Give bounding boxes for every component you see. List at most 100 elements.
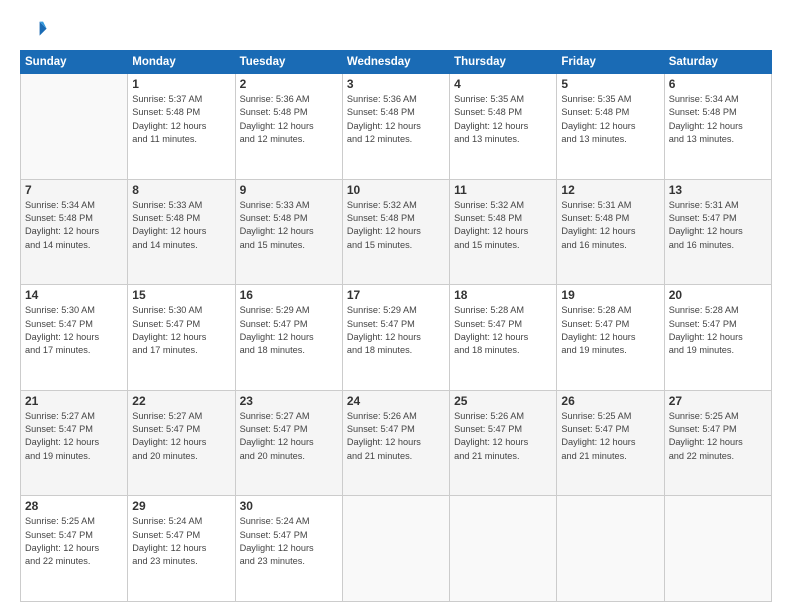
day-number: 1 bbox=[132, 77, 230, 91]
calendar-week-row: 14 Sunrise: 5:30 AMSunset: 5:47 PMDayligh… bbox=[21, 285, 772, 391]
calendar-cell: 1 Sunrise: 5:37 AMSunset: 5:48 PMDaylight… bbox=[128, 74, 235, 180]
calendar-cell: 7 Sunrise: 5:34 AMSunset: 5:48 PMDaylight… bbox=[21, 179, 128, 285]
day-number: 17 bbox=[347, 288, 445, 302]
day-number: 5 bbox=[561, 77, 659, 91]
day-info: Sunrise: 5:37 AMSunset: 5:48 PMDaylight:… bbox=[132, 93, 230, 146]
calendar-cell bbox=[557, 496, 664, 602]
calendar-cell: 19Sunrise: 5:28 AMSunset: 5:47 PMDayligh… bbox=[557, 285, 664, 391]
weekday-row: SundayMondayTuesdayWednesdayThursdayFrid… bbox=[21, 51, 772, 74]
calendar-cell bbox=[664, 496, 771, 602]
day-info: Sunrise: 5:36 AMSunset: 5:48 PMDaylight:… bbox=[347, 93, 445, 146]
calendar-cell: 3 Sunrise: 5:36 AMSunset: 5:48 PMDaylight… bbox=[342, 74, 449, 180]
day-number: 30 bbox=[240, 499, 338, 513]
calendar-week-row: 28 Sunrise: 5:25 AMSunset: 5:47 PMDayligh… bbox=[21, 496, 772, 602]
calendar-cell: 30 Sunrise: 5:24 AMSunset: 5:47 PMDayligh… bbox=[235, 496, 342, 602]
day-number: 23 bbox=[240, 394, 338, 408]
day-info: Sunrise: 5:26 AMSunset: 5:47 PMDaylight:… bbox=[347, 410, 445, 463]
day-info: Sunrise: 5:26 AMSunset: 5:47 PMDaylight:… bbox=[454, 410, 552, 463]
day-number: 28 bbox=[25, 499, 123, 513]
logo-icon bbox=[20, 16, 48, 44]
calendar-cell: 5 Sunrise: 5:35 AMSunset: 5:48 PMDaylight… bbox=[557, 74, 664, 180]
day-info: Sunrise: 5:35 AMSunset: 5:48 PMDaylight:… bbox=[561, 93, 659, 146]
day-number: 25 bbox=[454, 394, 552, 408]
day-number: 8 bbox=[132, 183, 230, 197]
day-number: 9 bbox=[240, 183, 338, 197]
day-info: Sunrise: 5:27 AMSunset: 5:47 PMDaylight:… bbox=[25, 410, 123, 463]
day-info: Sunrise: 5:31 AMSunset: 5:48 PMDaylight:… bbox=[561, 199, 659, 252]
calendar-cell: 21Sunrise: 5:27 AMSunset: 5:47 PMDayligh… bbox=[21, 390, 128, 496]
calendar-cell: 26 Sunrise: 5:25 AMSunset: 5:47 PMDayligh… bbox=[557, 390, 664, 496]
calendar-cell: 4 Sunrise: 5:35 AMSunset: 5:48 PMDaylight… bbox=[450, 74, 557, 180]
logo bbox=[20, 16, 50, 44]
calendar-cell: 17 Sunrise: 5:29 AMSunset: 5:47 PMDayligh… bbox=[342, 285, 449, 391]
calendar-table: SundayMondayTuesdayWednesdayThursdayFrid… bbox=[20, 50, 772, 602]
calendar-cell: 28 Sunrise: 5:25 AMSunset: 5:47 PMDayligh… bbox=[21, 496, 128, 602]
day-info: Sunrise: 5:33 AMSunset: 5:48 PMDaylight:… bbox=[240, 199, 338, 252]
weekday-header: Thursday bbox=[450, 51, 557, 74]
day-number: 13 bbox=[669, 183, 767, 197]
calendar-cell: 24 Sunrise: 5:26 AMSunset: 5:47 PMDayligh… bbox=[342, 390, 449, 496]
day-number: 6 bbox=[669, 77, 767, 91]
calendar-cell: 14 Sunrise: 5:30 AMSunset: 5:47 PMDayligh… bbox=[21, 285, 128, 391]
day-number: 12 bbox=[561, 183, 659, 197]
calendar-cell bbox=[342, 496, 449, 602]
calendar-cell: 27Sunrise: 5:25 AMSunset: 5:47 PMDayligh… bbox=[664, 390, 771, 496]
day-number: 26 bbox=[561, 394, 659, 408]
day-info: Sunrise: 5:35 AMSunset: 5:48 PMDaylight:… bbox=[454, 93, 552, 146]
day-info: Sunrise: 5:31 AMSunset: 5:47 PMDaylight:… bbox=[669, 199, 767, 252]
day-number: 14 bbox=[25, 288, 123, 302]
calendar-cell: 11Sunrise: 5:32 AMSunset: 5:48 PMDayligh… bbox=[450, 179, 557, 285]
calendar-cell: 8 Sunrise: 5:33 AMSunset: 5:48 PMDaylight… bbox=[128, 179, 235, 285]
page: SundayMondayTuesdayWednesdayThursdayFrid… bbox=[0, 0, 792, 612]
day-info: Sunrise: 5:24 AMSunset: 5:47 PMDaylight:… bbox=[132, 515, 230, 568]
calendar-week-row: 7 Sunrise: 5:34 AMSunset: 5:48 PMDaylight… bbox=[21, 179, 772, 285]
calendar-cell: 6Sunrise: 5:34 AMSunset: 5:48 PMDaylight… bbox=[664, 74, 771, 180]
day-info: Sunrise: 5:25 AMSunset: 5:47 PMDaylight:… bbox=[561, 410, 659, 463]
day-info: Sunrise: 5:29 AMSunset: 5:47 PMDaylight:… bbox=[240, 304, 338, 357]
calendar-cell: 22 Sunrise: 5:27 AMSunset: 5:47 PMDayligh… bbox=[128, 390, 235, 496]
day-info: Sunrise: 5:24 AMSunset: 5:47 PMDaylight:… bbox=[240, 515, 338, 568]
day-info: Sunrise: 5:33 AMSunset: 5:48 PMDaylight:… bbox=[132, 199, 230, 252]
calendar-cell: 10 Sunrise: 5:32 AMSunset: 5:48 PMDayligh… bbox=[342, 179, 449, 285]
calendar-cell bbox=[450, 496, 557, 602]
day-info: Sunrise: 5:32 AMSunset: 5:48 PMDaylight:… bbox=[347, 199, 445, 252]
day-number: 29 bbox=[132, 499, 230, 513]
day-number: 3 bbox=[347, 77, 445, 91]
calendar-cell bbox=[21, 74, 128, 180]
weekday-header: Monday bbox=[128, 51, 235, 74]
day-info: Sunrise: 5:25 AMSunset: 5:47 PMDaylight:… bbox=[669, 410, 767, 463]
day-number: 2 bbox=[240, 77, 338, 91]
day-number: 24 bbox=[347, 394, 445, 408]
day-info: Sunrise: 5:29 AMSunset: 5:47 PMDaylight:… bbox=[347, 304, 445, 357]
calendar-week-row: 21Sunrise: 5:27 AMSunset: 5:47 PMDayligh… bbox=[21, 390, 772, 496]
day-info: Sunrise: 5:28 AMSunset: 5:47 PMDaylight:… bbox=[454, 304, 552, 357]
day-info: Sunrise: 5:36 AMSunset: 5:48 PMDaylight:… bbox=[240, 93, 338, 146]
day-info: Sunrise: 5:30 AMSunset: 5:47 PMDaylight:… bbox=[25, 304, 123, 357]
calendar-cell: 18Sunrise: 5:28 AMSunset: 5:47 PMDayligh… bbox=[450, 285, 557, 391]
weekday-header: Saturday bbox=[664, 51, 771, 74]
day-number: 15 bbox=[132, 288, 230, 302]
calendar-cell: 12 Sunrise: 5:31 AMSunset: 5:48 PMDayligh… bbox=[557, 179, 664, 285]
day-info: Sunrise: 5:27 AMSunset: 5:47 PMDaylight:… bbox=[240, 410, 338, 463]
day-info: Sunrise: 5:30 AMSunset: 5:47 PMDaylight:… bbox=[132, 304, 230, 357]
weekday-header: Sunday bbox=[21, 51, 128, 74]
day-number: 20 bbox=[669, 288, 767, 302]
day-info: Sunrise: 5:25 AMSunset: 5:47 PMDaylight:… bbox=[25, 515, 123, 568]
calendar-cell: 2 Sunrise: 5:36 AMSunset: 5:48 PMDaylight… bbox=[235, 74, 342, 180]
day-number: 22 bbox=[132, 394, 230, 408]
day-number: 7 bbox=[25, 183, 123, 197]
calendar-cell: 9 Sunrise: 5:33 AMSunset: 5:48 PMDaylight… bbox=[235, 179, 342, 285]
day-info: Sunrise: 5:27 AMSunset: 5:47 PMDaylight:… bbox=[132, 410, 230, 463]
weekday-header: Tuesday bbox=[235, 51, 342, 74]
calendar-cell: 25 Sunrise: 5:26 AMSunset: 5:47 PMDayligh… bbox=[450, 390, 557, 496]
day-number: 10 bbox=[347, 183, 445, 197]
day-info: Sunrise: 5:28 AMSunset: 5:47 PMDaylight:… bbox=[561, 304, 659, 357]
day-number: 4 bbox=[454, 77, 552, 91]
day-info: Sunrise: 5:28 AMSunset: 5:47 PMDaylight:… bbox=[669, 304, 767, 357]
day-number: 11 bbox=[454, 183, 552, 197]
calendar-cell: 20 Sunrise: 5:28 AMSunset: 5:47 PMDayligh… bbox=[664, 285, 771, 391]
calendar-cell: 23 Sunrise: 5:27 AMSunset: 5:47 PMDayligh… bbox=[235, 390, 342, 496]
calendar-header: SundayMondayTuesdayWednesdayThursdayFrid… bbox=[21, 51, 772, 74]
day-info: Sunrise: 5:34 AMSunset: 5:48 PMDaylight:… bbox=[25, 199, 123, 252]
calendar-cell: 29 Sunrise: 5:24 AMSunset: 5:47 PMDayligh… bbox=[128, 496, 235, 602]
